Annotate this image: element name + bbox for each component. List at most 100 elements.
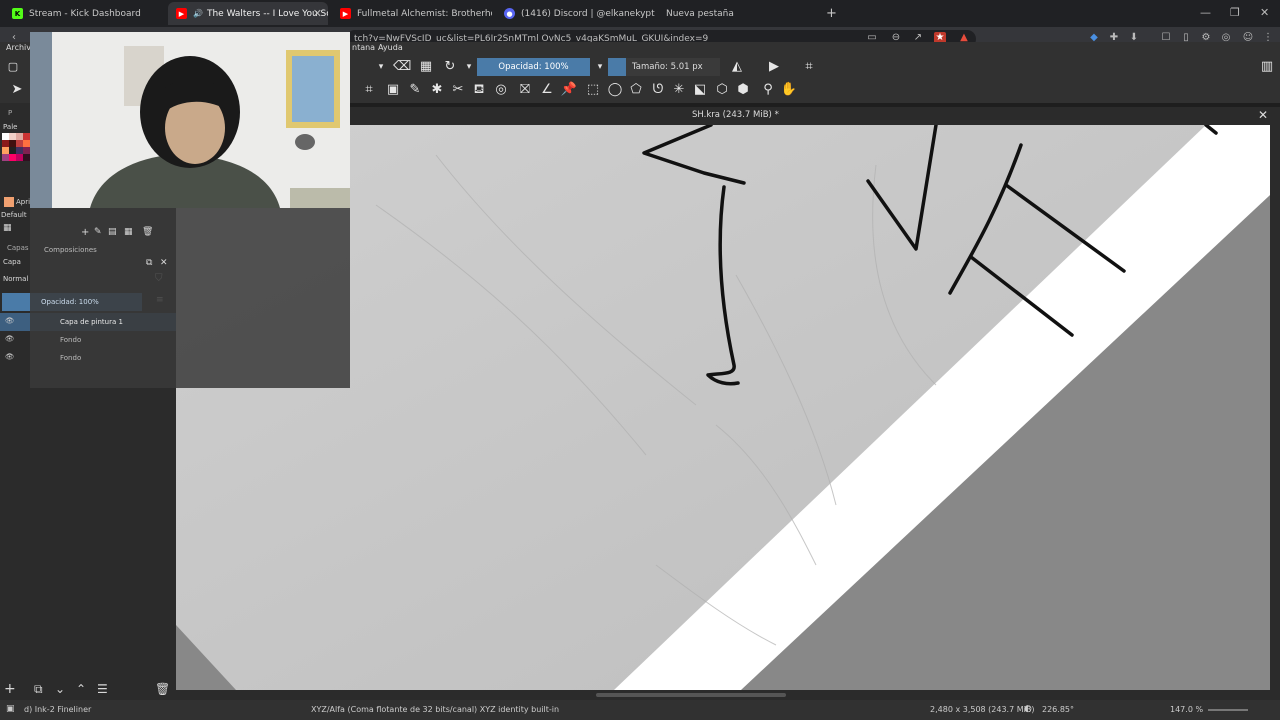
layers-title: Capa [3,258,21,266]
tab-capas[interactable]: Capas [7,244,29,252]
freehand-select-icon[interactable]: ᘎ [649,81,667,99]
contiguous-select-icon[interactable]: ✳ [670,81,688,99]
opacity-slider[interactable]: Opacidad: 100% [477,58,590,76]
eye-icon[interactable]: 👁 [5,334,15,343]
dockers-icon[interactable]: ▥ [1258,58,1276,76]
brush-preset-icon[interactable]: ▣ [6,704,15,714]
tab-composiciones[interactable]: Composiciones [44,246,97,254]
crop-icon[interactable]: ⌗ [360,81,378,99]
document-title: SH.kra (243.7 MiB) * [692,110,779,120]
palette-swatch[interactable] [23,147,30,154]
zoom-tool-icon[interactable]: ⚲ [759,81,777,99]
palette-swatch[interactable] [16,133,23,140]
ellipse-select-icon[interactable]: ◯ [606,81,624,99]
palette-swatch[interactable] [2,147,9,154]
preserve-alpha-icon[interactable]: ▦ [417,58,435,76]
vertical-scrollbar[interactable] [1270,125,1280,690]
delete-layer-icon[interactable]: 🗑 [155,682,170,696]
move-up-icon[interactable]: ⌃ [76,682,86,696]
dropdown-icon[interactable]: ▾ [372,58,390,76]
minimize-icon[interactable]: — [1200,6,1211,19]
blend-mode-select[interactable]: Normal [3,275,28,283]
tab-kick-dashboard[interactable]: K Stream - Kick Dashboard [4,2,164,25]
bezier-select-icon[interactable]: ⬡ [713,81,731,99]
new-tab-button[interactable]: + [822,2,842,25]
close-document-icon[interactable]: ✕ [1258,108,1268,122]
zoom-slider[interactable] [1208,709,1248,711]
crop-tool-icon[interactable]: ⌗ [800,58,818,76]
duplicate-layer-icon[interactable]: ⧉ [34,682,43,697]
layer-name[interactable]: Capa de pintura 1 [60,318,123,326]
move-down-icon[interactable]: ⌄ [55,682,65,696]
close-docker-icon[interactable]: ✕ [160,258,168,268]
status-bar: ▣ d) Ink-2 Fineliner XYZ/Alfa (Coma flot… [0,700,1280,720]
mirror-horizontal-icon[interactable]: ◭ [728,58,746,76]
palette-swatch[interactable] [23,133,30,140]
color-swatch[interactable] [4,197,14,207]
bucket-icon[interactable]: ⛾ [470,81,488,99]
rotation-icon[interactable]: ◐ [1024,704,1032,714]
palette-swatch[interactable] [16,154,23,161]
tab-label: (1416) Discord | @elkanekypt [521,8,655,19]
tab-youtube-walters[interactable]: ▶ 🔊 The Walters -- I Love You So ✕ [168,2,328,25]
palette-swatch[interactable] [9,154,16,161]
palette-swatch[interactable] [2,154,9,161]
select-tool-icon[interactable]: ➤ [8,81,26,99]
similar-select-icon[interactable]: ⬕ [691,81,709,99]
measure-tool-icon[interactable]: ∠ [538,81,556,99]
palette-swatch[interactable] [23,140,30,147]
tab-discord[interactable]: ● (1416) Discord | @elkanekypt [496,2,656,25]
color-picker-icon[interactable]: ✎ [406,81,424,99]
palette-icon[interactable]: ▦ [3,223,12,233]
palette-swatch[interactable] [2,133,9,140]
layer-name[interactable]: Fondo [60,354,81,362]
assistant-tool-icon[interactable]: ⛝ [516,81,534,99]
close-window-icon[interactable]: ✕ [1260,6,1269,19]
dropdown-icon[interactable]: ▾ [591,58,609,76]
menu-ayuda[interactable]: Ayuda [378,43,403,52]
close-tab-icon[interactable]: ✕ [313,7,322,20]
enclose-fill-icon[interactable]: ◎ [492,81,510,99]
webcam-overlay [30,32,350,208]
dropdown-icon[interactable]: ▾ [460,58,478,76]
palette-swatch[interactable] [16,147,23,154]
layer-name[interactable]: Fondo [60,336,81,344]
reload-preset-icon[interactable]: ↻ [441,58,459,76]
edit-icon[interactable]: ✎ [94,227,102,237]
palette-swatch[interactable] [9,140,16,147]
trash-icon[interactable]: 🗑 [142,227,153,237]
tab-new[interactable]: Nueva pestaña [658,2,818,25]
size-slider[interactable]: Tamaño: 5.01 px [608,58,720,76]
fill-icon[interactable]: ✂ [449,81,467,99]
gradient-icon[interactable]: ▣ [384,81,402,99]
float-icon[interactable]: ⧉ [146,258,152,268]
tab-youtube-fma[interactable]: ▶ Fullmetal Alchemist: Brotherhood All [332,2,492,25]
eye-icon[interactable]: 👁 [5,352,15,361]
magnetic-select-icon[interactable]: ⬢ [734,81,752,99]
restore-icon[interactable]: ❐ [1230,6,1240,19]
new-document-icon[interactable]: ▢ [4,58,22,76]
palette-swatch[interactable] [16,140,23,147]
mirror-vertical-icon[interactable]: ▶ [765,58,783,76]
grid-icon[interactable]: ▦ [124,227,133,237]
add-layer-icon[interactable]: + [4,681,16,697]
horizontal-scrollbar[interactable] [176,690,1280,700]
save-icon[interactable]: ▤ [108,227,117,237]
layer-properties-icon[interactable]: ☰ [97,682,108,696]
palette-swatch[interactable] [9,133,16,140]
reference-tool-icon[interactable]: 📌 [560,81,578,99]
palette-swatch[interactable] [23,154,30,161]
eye-icon[interactable]: 👁 [5,316,15,325]
horizontal-scroll-thumb[interactable] [596,693,786,697]
menu-ventana[interactable]: ntana [352,43,375,52]
rect-select-icon[interactable]: ⬚ [584,81,602,99]
brush-name: d) Ink-2 Fineliner [24,705,92,714]
palette-swatch[interactable] [2,140,9,147]
add-composition-icon[interactable]: + [81,227,89,238]
polygon-select-icon[interactable]: ⬠ [627,81,645,99]
color-palette[interactable] [2,133,32,193]
eraser-icon[interactable]: ⌫ [393,58,411,76]
palette-swatch[interactable] [9,147,16,154]
smart-patch-icon[interactable]: ✱ [428,81,446,99]
pan-tool-icon[interactable]: ✋ [780,81,798,99]
